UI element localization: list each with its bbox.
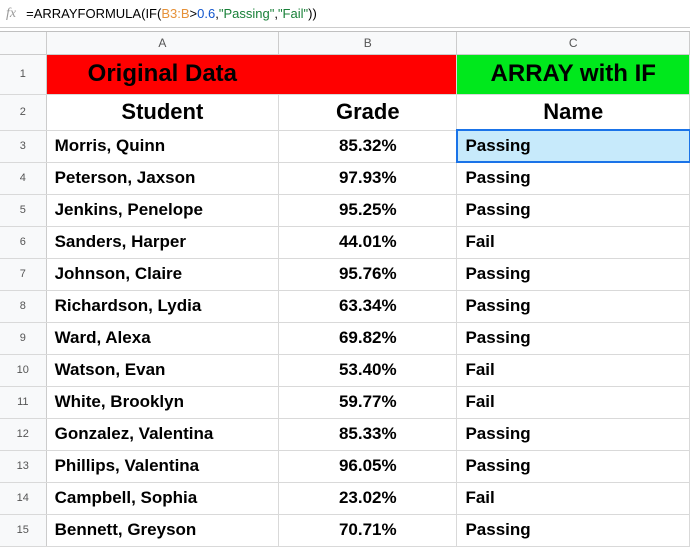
row-header[interactable]: 8 [0,290,46,322]
header-original-data-b[interactable] [279,54,457,94]
row-header[interactable]: 14 [0,482,46,514]
cell-result[interactable]: Passing [457,162,690,194]
cell-student[interactable]: Jenkins, Penelope [46,194,279,226]
formula-bar[interactable]: fx =ARRAYFORMULA(IF(B3:B>0.6,"Passing","… [0,0,690,28]
row-header[interactable]: 10 [0,354,46,386]
formula-num: 0.6 [197,6,215,21]
cell-result[interactable]: Passing [457,514,690,546]
cell-student[interactable]: Sanders, Harper [46,226,279,258]
cell-grade[interactable]: 96.05% [279,450,457,482]
cell-result[interactable]: Passing [457,418,690,450]
cell-student[interactable]: Campbell, Sophia [46,482,279,514]
col-header-c[interactable]: C [457,32,690,54]
formula-eq: = [26,6,34,21]
row-header[interactable]: 13 [0,450,46,482]
col-header-b[interactable]: B [279,32,457,54]
formula-str2: "Fail" [278,6,308,21]
row-header[interactable]: 4 [0,162,46,194]
table-row: 6 Sanders, Harper 44.01% Fail [0,226,690,258]
table-row: 11 White, Brooklyn 59.77% Fail [0,386,690,418]
cell-result[interactable]: Fail [457,386,690,418]
row-header[interactable]: 1 [0,54,46,94]
cell-grade[interactable]: 95.25% [279,194,457,226]
cell-grade[interactable]: 85.32% [279,130,457,162]
subheader-student[interactable]: Student [46,94,279,130]
row-header[interactable]: 5 [0,194,46,226]
cell-result[interactable]: Passing [457,130,690,162]
cell-result[interactable]: Passing [457,258,690,290]
row-header[interactable]: 11 [0,386,46,418]
table-row: 15 Bennett, Greyson 70.71% Passing [0,514,690,546]
formula-fn2: IF [145,6,157,21]
cell-grade[interactable]: 63.34% [279,290,457,322]
subheader-grade[interactable]: Grade [279,94,457,130]
cell-student[interactable]: Morris, Quinn [46,130,279,162]
cell-grade[interactable]: 53.40% [279,354,457,386]
cell-grade[interactable]: 23.02% [279,482,457,514]
table-row: 10 Watson, Evan 53.40% Fail [0,354,690,386]
cell-student[interactable]: Bennett, Greyson [46,514,279,546]
header-array-if[interactable]: ARRAY with IF [457,54,690,94]
formula-ref: B3:B [161,6,189,21]
row-header[interactable]: 15 [0,514,46,546]
table-row: 14 Campbell, Sophia 23.02% Fail [0,482,690,514]
table-row: 8 Richardson, Lydia 63.34% Passing [0,290,690,322]
header-original-data-label: Original Data [88,60,237,87]
cell-result[interactable]: Passing [457,194,690,226]
cell-student[interactable]: Gonzalez, Valentina [46,418,279,450]
col-header-row: A B C [0,32,690,54]
table-row: 13 Phillips, Valentina 96.05% Passing [0,450,690,482]
cell-result[interactable]: Fail [457,482,690,514]
cell-result[interactable]: Passing [457,322,690,354]
cell-student[interactable]: White, Brooklyn [46,386,279,418]
col-header-a[interactable]: A [46,32,279,54]
table-row: 5 Jenkins, Penelope 95.25% Passing [0,194,690,226]
cell-grade[interactable]: 70.71% [279,514,457,546]
row-header[interactable]: 3 [0,130,46,162]
table-row: 4 Peterson, Jaxson 97.93% Passing [0,162,690,194]
select-all-corner[interactable] [0,32,46,54]
formula-fn1: ARRAYFORMULA [34,6,141,21]
header-array-if-label: ARRAY with IF [491,60,656,87]
row-header[interactable]: 6 [0,226,46,258]
formula-str1: "Passing" [219,6,274,21]
row-header[interactable]: 7 [0,258,46,290]
cell-result[interactable]: Fail [457,226,690,258]
cell-result[interactable]: Fail [457,354,690,386]
cell-student[interactable]: Peterson, Jaxson [46,162,279,194]
cell-result[interactable]: Passing [457,450,690,482]
cell-grade[interactable]: 85.33% [279,418,457,450]
cell-result[interactable]: Passing [457,290,690,322]
row-header[interactable]: 2 [0,94,46,130]
cell-grade[interactable]: 44.01% [279,226,457,258]
fx-icon: fx [6,6,16,22]
formula-text[interactable]: =ARRAYFORMULA(IF(B3:B>0.6,"Passing","Fai… [26,6,317,21]
cell-grade[interactable]: 95.76% [279,258,457,290]
table-row: 3 Morris, Quinn 85.32% Passing [0,130,690,162]
header-original-data[interactable]: Original Data [46,54,279,94]
spreadsheet-grid[interactable]: A B C 1 Original Data ARRAY with IF 2 St… [0,32,690,547]
cell-student[interactable]: Watson, Evan [46,354,279,386]
table-row: 9 Ward, Alexa 69.82% Passing [0,322,690,354]
subheader-name[interactable]: Name [457,94,690,130]
table-row: 7 Johnson, Claire 95.76% Passing [0,258,690,290]
table-row: 2 Student Grade Name [0,94,690,130]
cell-student[interactable]: Phillips, Valentina [46,450,279,482]
cell-grade[interactable]: 69.82% [279,322,457,354]
table-row: 1 Original Data ARRAY with IF [0,54,690,94]
formula-close: )) [308,6,317,21]
cell-grade[interactable]: 59.77% [279,386,457,418]
formula-gt: > [190,6,198,21]
cell-student[interactable]: Johnson, Claire [46,258,279,290]
cell-student[interactable]: Ward, Alexa [46,322,279,354]
cell-student[interactable]: Richardson, Lydia [46,290,279,322]
row-header[interactable]: 12 [0,418,46,450]
cell-grade[interactable]: 97.93% [279,162,457,194]
row-header[interactable]: 9 [0,322,46,354]
table-row: 12 Gonzalez, Valentina 85.33% Passing [0,418,690,450]
